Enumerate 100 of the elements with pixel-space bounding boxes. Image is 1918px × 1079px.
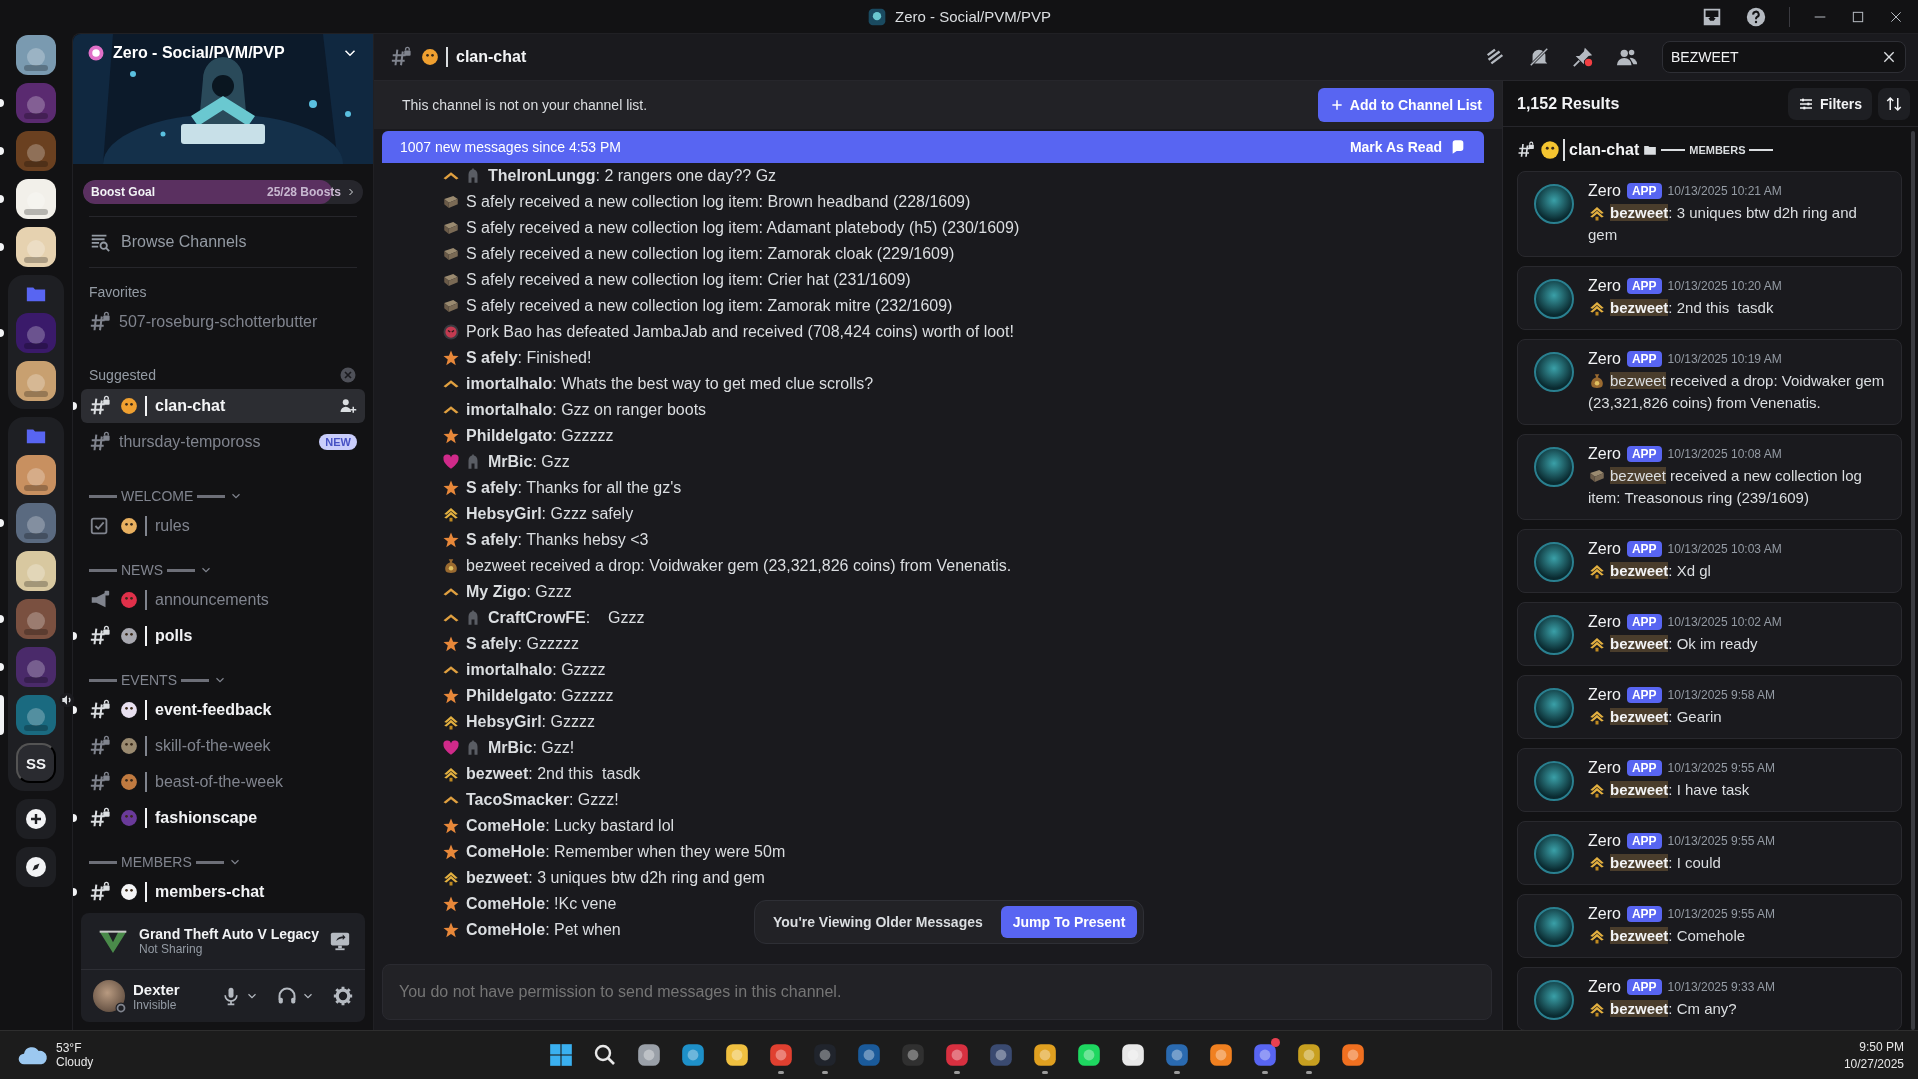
- chat-message: imortalhalo: Whats the best way to get med clue scrolls?: [466, 375, 874, 393]
- bot-avatar: [1534, 834, 1574, 874]
- discover-button[interactable]: [16, 847, 56, 887]
- book-icon: [442, 219, 460, 237]
- results-count: 1,152 Results: [1517, 94, 1621, 113]
- channel-item[interactable]: announcements: [81, 583, 365, 617]
- app-tag: APP: [1626, 760, 1662, 776]
- add-to-channel-list-button[interactable]: Add to Channel List: [1317, 88, 1494, 122]
- notice-text: This channel is not on your channel list.: [402, 97, 649, 113]
- filters-button[interactable]: Filters: [1788, 87, 1872, 120]
- screen-share-icon[interactable]: [328, 930, 351, 952]
- chat-message: ComeHole: Pet when: [466, 921, 621, 939]
- app-tag: APP: [1626, 979, 1662, 995]
- chat-message: S afely: Thanks for all the gz's: [466, 479, 682, 497]
- channel-item[interactable]: thursday-tempoross NEW: [81, 425, 365, 459]
- timestamp: 10/13/2025 10:20 AM: [1667, 279, 1782, 293]
- search-result-card[interactable]: Zero APP 10/13/2025 9:55 AM bezweet: I could: [1517, 821, 1902, 885]
- channel-item[interactable]: skill-of-the-week: [81, 729, 365, 763]
- search-result-card[interactable]: Zero APP 10/13/2025 10:20 AM bezweet: 2nd this tasdk: [1517, 266, 1902, 330]
- server-icon[interactable]: [16, 455, 56, 495]
- search-result-card[interactable]: Zero APP 10/13/2025 9:55 AM bezweet: I have task: [1517, 748, 1902, 812]
- pin-icon[interactable]: [1572, 46, 1594, 68]
- chat-message: MrBic: Gzz: [488, 453, 570, 471]
- book-icon: [442, 271, 460, 289]
- server-icon[interactable]: [16, 227, 56, 267]
- channel-item[interactable]: beast-of-the-week: [81, 765, 365, 799]
- search-result-card[interactable]: Zero APP 10/13/2025 10:19 AM bezweet received a drop: Voidwaker gem (23,321,826 coins) from Venenatis.: [1517, 339, 1902, 425]
- category-title[interactable]: WELCOME: [121, 488, 194, 504]
- result-message: bezweet: Cm any?: [1609, 999, 1738, 1019]
- author-name: Zero: [1588, 445, 1621, 463]
- mark-as-read-button[interactable]: Mark As Read: [1349, 139, 1466, 155]
- sort-icon: [1885, 94, 1903, 113]
- search-result-card[interactable]: Zero APP 10/13/2025 9:33 AM bezweet: Cm any?: [1517, 967, 1902, 1030]
- star-icon: [442, 349, 460, 367]
- jump-to-present-button[interactable]: Jump To Present: [1000, 906, 1138, 938]
- star-icon: [442, 687, 460, 705]
- category-title[interactable]: NEWS: [121, 562, 163, 578]
- server-badge-icon: [87, 44, 105, 62]
- sort-button[interactable]: [1878, 87, 1910, 120]
- temperature: 53°F: [56, 1041, 83, 1055]
- boost-goal-label: Boost Goal: [91, 185, 156, 199]
- timestamp: 10/13/2025 9:33 AM: [1667, 980, 1775, 994]
- server-icon[interactable]: [16, 35, 56, 75]
- channel-item[interactable]: fashionscape: [81, 801, 365, 835]
- new-messages-bar: 1007 new messages since 4:53 PM Mark As Read: [382, 131, 1484, 163]
- channel-item[interactable]: 507-roseburg-schotterbutter: [81, 305, 365, 339]
- bot-avatar: [1534, 615, 1574, 655]
- rank-wings-icon: [1588, 635, 1606, 653]
- settings-icon[interactable]: [333, 986, 353, 1006]
- user-name: Dexter: [133, 980, 181, 998]
- channel-item[interactable]: members-chat: [81, 875, 365, 905]
- heart-icon: [442, 453, 460, 471]
- server-name[interactable]: Zero - Social/PVM/PVP: [113, 44, 333, 62]
- headphones-icon[interactable]: [277, 986, 297, 1006]
- server-icon[interactable]: [16, 361, 56, 401]
- chat-message: S afely received a new collection log item: Zamorak mitre (232/1609): [466, 297, 953, 315]
- window-title: Zero - Social/PVM/PVP: [895, 8, 1051, 25]
- add-server-button[interactable]: [16, 799, 56, 839]
- rank-wings-icon: [1588, 854, 1606, 872]
- app-tag: APP: [1626, 351, 1662, 367]
- help-icon[interactable]: [1745, 5, 1767, 28]
- heart-icon: [442, 739, 460, 757]
- rank-wings-icon: [1588, 204, 1606, 222]
- user-avatar[interactable]: [93, 980, 125, 1012]
- clear-search-icon[interactable]: [1881, 49, 1897, 65]
- section-title: Favorites: [89, 284, 148, 300]
- result-message: bezweet: Xd gl: [1609, 561, 1712, 581]
- chat-message: S afely received a new collection log item: Crier hat (231/1609): [466, 271, 911, 289]
- search-result-card[interactable]: Zero APP 10/13/2025 9:55 AM bezweet: Comehole: [1517, 894, 1902, 958]
- search-result-card[interactable]: Zero APP 10/13/2025 10:21 AM bezweet: 3 uniques btw d2h ring and gem: [1517, 171, 1902, 257]
- boost-goal-bar[interactable]: Boost Goal 25/28 Boosts: [83, 180, 363, 204]
- star-icon: [442, 817, 460, 835]
- locked-channel-icon: [89, 881, 111, 903]
- server-icon[interactable]: [16, 551, 56, 591]
- star-icon: [442, 843, 460, 861]
- channel-item[interactable]: rules: [81, 509, 365, 543]
- browse-channels-item[interactable]: Browse Channels: [81, 223, 365, 261]
- category-title[interactable]: MEMBERS: [121, 854, 192, 870]
- author-name: Zero: [1588, 540, 1621, 558]
- invite-icon[interactable]: [339, 397, 357, 415]
- channel-item[interactable]: polls: [81, 619, 365, 653]
- server-icon[interactable]: SS: [16, 743, 56, 783]
- search-icon: [593, 1043, 617, 1067]
- search-result-card[interactable]: Zero APP 10/13/2025 9:58 AM bezweet: Gearin: [1517, 675, 1902, 739]
- server-icon[interactable]: [16, 179, 56, 219]
- bot-avatar: [1534, 542, 1574, 582]
- app-tag: APP: [1626, 906, 1662, 922]
- bell-muted-icon[interactable]: [1528, 46, 1550, 68]
- search-result-card[interactable]: Zero APP 10/13/2025 10:02 AM bezweet: Ok im ready: [1517, 602, 1902, 666]
- category-title[interactable]: EVENTS: [121, 672, 177, 688]
- timestamp: 10/13/2025 9:55 AM: [1667, 907, 1775, 921]
- search-result-card[interactable]: Zero APP 10/13/2025 10:08 AM bezweet received a new collection log item: Treasonous ring (239/1609): [1517, 434, 1902, 520]
- rank-wings-icon: [442, 765, 460, 783]
- channel-item[interactable]: event-feedback: [81, 693, 365, 727]
- search-field[interactable]: BEZWEET: [1662, 41, 1906, 73]
- plus-icon: [24, 807, 48, 831]
- search-result-card[interactable]: Zero APP 10/13/2025 10:03 AM bezweet: Xd gl: [1517, 529, 1902, 593]
- microphone-icon[interactable]: [221, 986, 241, 1006]
- channel-item[interactable]: clan-chat: [81, 389, 365, 423]
- older-messages-banner: You're Viewing Older Messages Jump To Present: [754, 900, 1145, 944]
